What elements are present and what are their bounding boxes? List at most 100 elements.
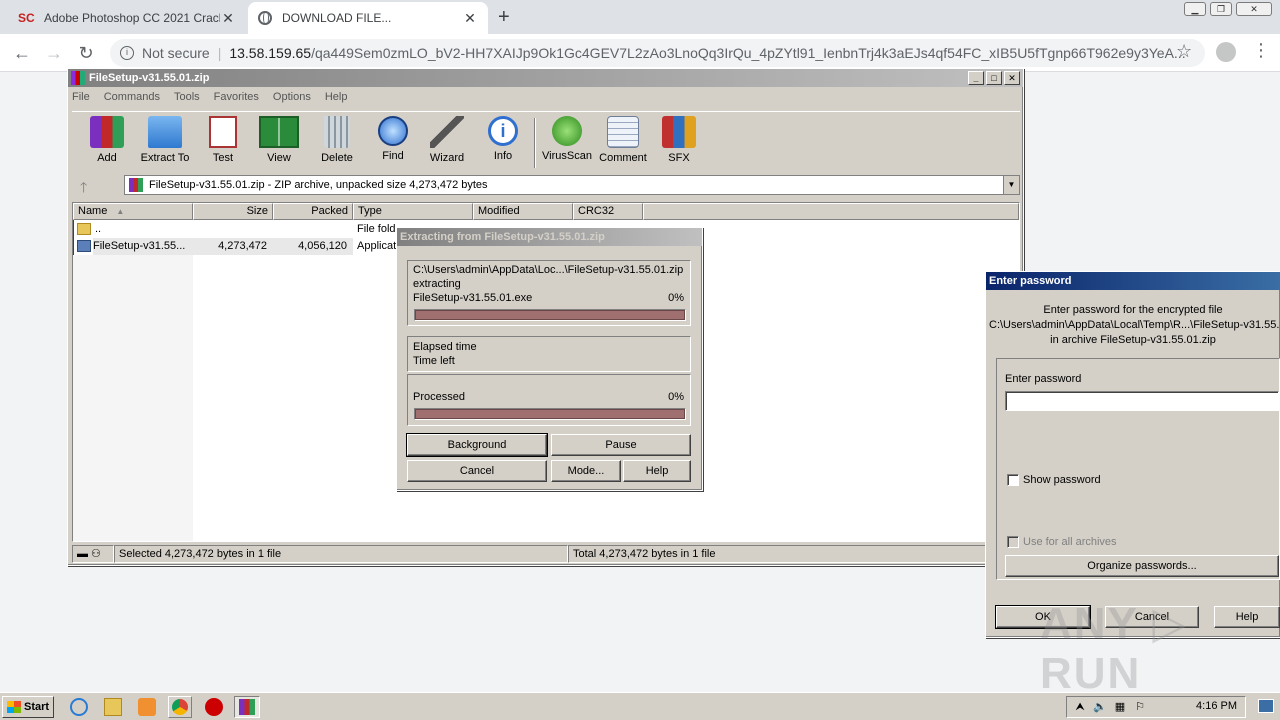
find-button[interactable]: Find [364,116,422,162]
archive-path-combobox[interactable]: FileSetup-v31.55.01.zip - ZIP archive, u… [124,175,1020,195]
minimize-icon[interactable]: _ [968,71,984,85]
close-tab-icon[interactable]: ✕ [462,10,478,27]
delete-button[interactable]: Delete [308,116,366,164]
menu-dots-icon[interactable]: ⋮ [1252,40,1270,61]
taskbar: Start ⮝ 🔈 ▦ ⚐ 4:16 PM [0,692,1280,720]
tool-label: Wizard [429,152,465,164]
file-packed: 4,056,120 [273,238,353,255]
info-icon[interactable]: i [120,46,134,60]
add-button[interactable]: Add [78,116,136,164]
extract-title: Extracting from FileSetup-v31.55.01.zip [400,231,605,243]
dropdown-arrow-icon[interactable]: ▼ [1003,176,1019,194]
menu-help[interactable]: Help [325,91,348,103]
wizard-button[interactable]: Wizard [418,116,476,164]
bookmark-star-icon[interactable]: ☆ [1176,41,1192,62]
start-button[interactable]: Start [2,696,54,718]
url-path: /qa449Sem0zmLO_bV2-HH7XAIJp9Ok1Gc4GEV7L2… [311,45,1186,61]
menu-options[interactable]: Options [273,91,311,103]
chrome-icon [172,699,188,715]
network-icon[interactable]: ▦ [1113,701,1127,714]
tool-label: Test [212,152,234,164]
reload-icon[interactable]: ↻ [74,41,98,65]
forward-arrow-icon[interactable]: → [42,41,66,65]
winrar-titlebar[interactable]: FileSetup-v31.55.01.zip _ □ ✕ [68,69,1023,87]
profile-avatar-icon[interactable] [1216,42,1236,62]
file-type: File fold [357,223,396,235]
password-input[interactable] [1005,391,1279,411]
enter-password-label: Enter password [1005,373,1082,385]
menu-file[interactable]: File [72,91,90,103]
tool-label: Info [493,150,513,162]
extract-to-button[interactable]: Extract To [136,116,194,164]
column-header-size[interactable]: Size [193,203,273,220]
show-desktop-icon[interactable] [1258,699,1274,713]
tray-expand-icon[interactable]: ⮝ [1073,701,1087,714]
tool-label: Extract To [140,152,190,164]
drive-icon[interactable]: ▬ ⚇ [72,545,114,563]
extract-path: C:\Users\admin\AppData\Loc...\FileSetup-… [413,264,684,276]
minimize-icon[interactable]: ▁ [1184,2,1206,16]
file-type: Applicat [357,240,397,252]
help-button[interactable]: Help [623,460,691,482]
volume-icon[interactable]: 🔈 [1093,701,1107,714]
bug-icon [552,116,582,146]
view-button[interactable]: View [250,116,308,164]
column-header-modified[interactable]: Modified [473,203,573,220]
anyrun-watermark: ANY ▷ RUN [1040,599,1189,698]
show-password-label: Show password [1023,474,1101,486]
tab-title: Adobe Photoshop CC 2021 Crack v2... [44,11,220,25]
extract-file: FileSetup-v31.55.01.exe [413,292,533,304]
magic-wand-icon [430,116,464,148]
winrar-taskbar-button[interactable] [234,696,260,718]
close-icon[interactable]: ✕ [1004,71,1020,85]
browser-tab-photoshop[interactable]: SC Adobe Photoshop CC 2021 Crack v2... ✕ [8,2,246,34]
password-titlebar[interactable]: Enter password [986,272,1280,290]
menu-commands[interactable]: Commands [104,91,160,103]
test-button[interactable]: Test [194,116,252,164]
chrome-taskbar-button[interactable] [168,696,192,718]
file-progress-fill [415,310,685,320]
folder-icon [148,116,182,148]
column-header-type[interactable]: Type [353,203,473,220]
sfx-button[interactable]: SFX [650,116,708,164]
pause-button[interactable]: Pause [551,434,691,456]
comment-button[interactable]: Comment [594,116,652,164]
close-tab-icon[interactable]: ✕ [220,10,236,27]
tool-label: SFX [668,152,690,164]
extract-progress-dialog: Extracting from FileSetup-v31.55.01.zip … [396,227,703,491]
address-bar[interactable]: i Not secure | 13.58.159.65 /qa449Sem0zm… [110,39,1205,67]
restore-icon[interactable]: ❐ [1210,2,1232,16]
divider: | [217,45,222,61]
menu-favorites[interactable]: Favorites [214,91,259,103]
browser-tab-download[interactable]: DOWNLOAD FILE... ✕ [248,2,488,34]
column-header-name[interactable]: Name ▲ [73,203,193,220]
extract-titlebar[interactable]: Extracting from FileSetup-v31.55.01.zip [397,228,702,246]
organize-passwords-button[interactable]: Organize passwords... [1005,555,1279,577]
flag-icon[interactable]: ⚐ [1133,701,1147,714]
winrar-app-icon [71,71,85,85]
info-button[interactable]: i Info [474,116,532,162]
cancel-button[interactable]: Cancel [407,460,547,482]
menu-tools[interactable]: Tools [174,91,200,103]
show-password-checkbox[interactable] [1007,474,1019,486]
maximize-icon[interactable]: □ [986,71,1002,85]
new-tab-button[interactable]: + [498,6,510,29]
tool-label: VirusScan [542,150,592,162]
tool-label: Delete [321,152,353,164]
winrar-toolbar: Add Extract To Test View Delete Find Wiz… [72,111,1020,171]
mode-button[interactable]: Mode... [551,460,621,482]
explorer-folder-icon[interactable] [104,698,122,716]
close-window-icon[interactable]: ✕ [1236,2,1272,16]
column-header-crc32[interactable]: CRC32 [573,203,643,220]
virusscan-button[interactable]: VirusScan [538,116,596,162]
column-header-packed[interactable]: Packed [273,203,353,220]
internet-explorer-icon[interactable] [70,698,88,716]
opera-icon[interactable] [205,698,223,716]
background-button[interactable]: Background [406,433,548,457]
tool-label: Comment [599,152,647,164]
processed-group: Processed 0% [407,374,691,426]
tool-label: Find [382,150,404,162]
back-arrow-icon[interactable]: ← [10,41,34,65]
media-player-icon[interactable] [138,698,156,716]
up-folder-icon[interactable]: 🡑 [80,177,87,201]
